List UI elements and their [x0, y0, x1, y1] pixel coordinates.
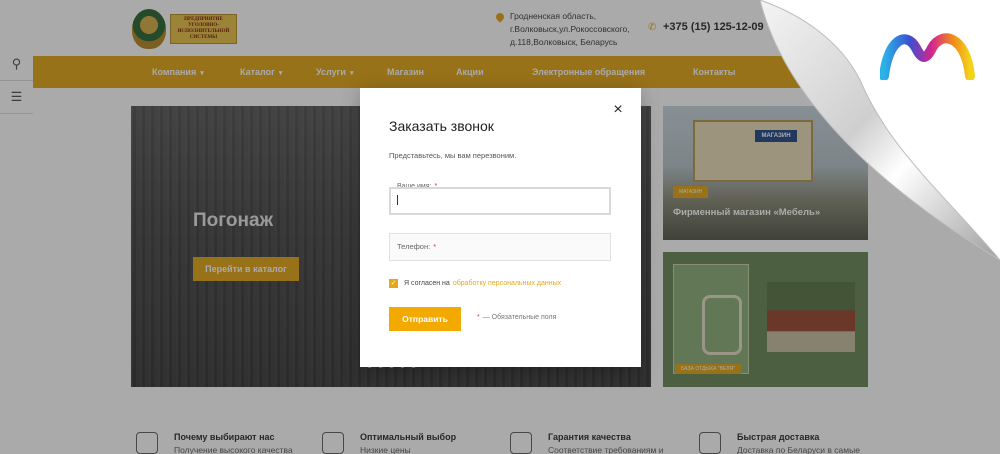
required-mark: *	[433, 242, 437, 251]
name-input[interactable]	[389, 187, 611, 215]
consent-text: Я согласен на обработку персональных данн…	[404, 280, 561, 287]
text-cursor	[397, 195, 398, 205]
modal-title: Заказать звонок	[389, 118, 494, 134]
required-note: * — Обязательные поля	[477, 314, 556, 321]
phone-label-text: Телефон:	[397, 242, 431, 251]
privacy-link[interactable]: обработку персональных данных	[453, 280, 561, 287]
consent-checkbox[interactable]: ✓	[389, 279, 398, 288]
phone-field-label: Телефон: *	[397, 242, 436, 251]
callback-modal: × Заказать звонок Представьтесь, мы вам …	[360, 88, 641, 367]
modal-subtitle: Представьтесь, мы вам перезвоним.	[389, 151, 517, 160]
consent-row: ✓ Я согласен на обработку персональных да…	[389, 279, 561, 288]
brand-logo-icon	[880, 33, 975, 80]
submit-button[interactable]: Отправить	[389, 307, 461, 331]
close-icon[interactable]: ×	[611, 102, 625, 118]
required-mark: *	[477, 314, 480, 321]
required-note-text: — Обязательные поля	[482, 314, 557, 321]
consent-label: Я согласен на	[404, 280, 450, 287]
